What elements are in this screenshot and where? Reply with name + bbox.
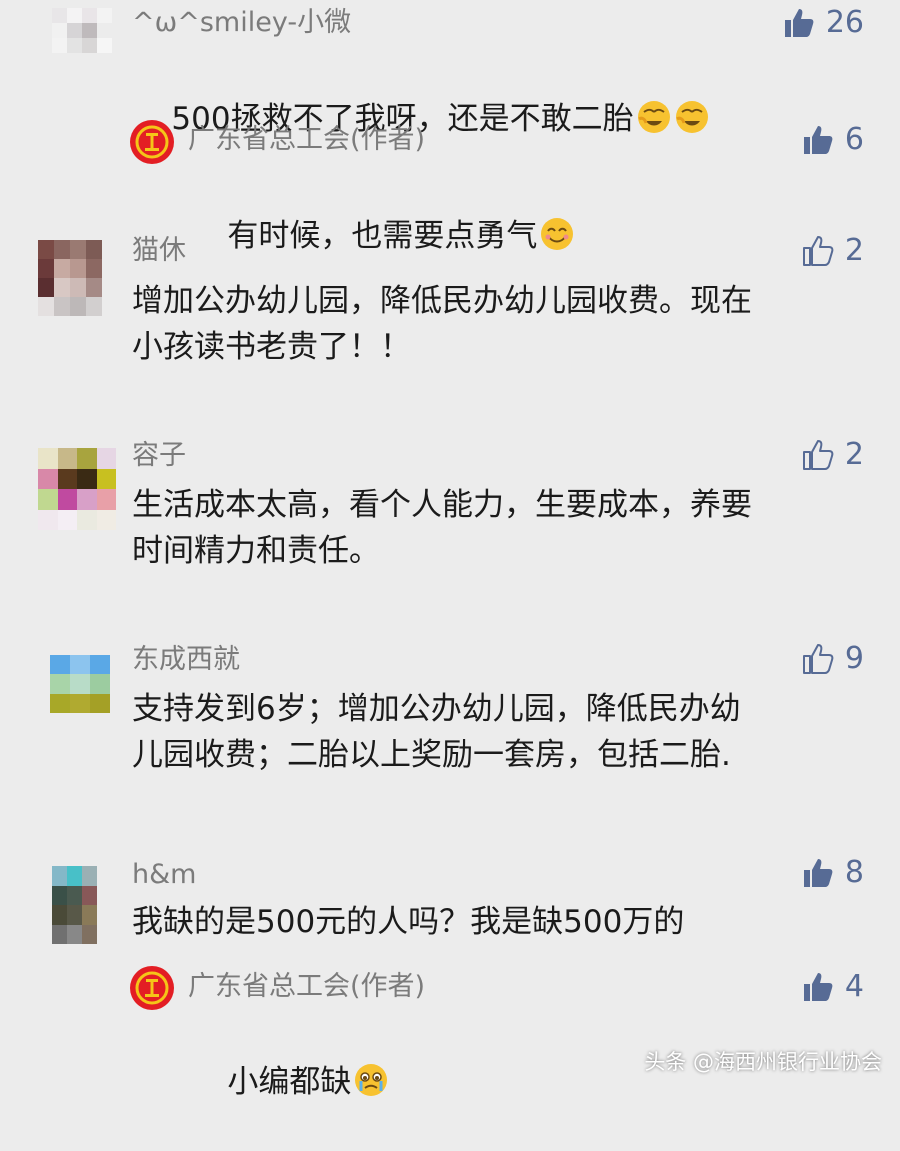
commenter-name[interactable]: ^ω^smiley-小微 bbox=[132, 9, 351, 36]
like-count: 8 bbox=[844, 855, 864, 890]
like-button[interactable]: 6 bbox=[801, 123, 864, 157]
avatar[interactable] bbox=[38, 448, 116, 530]
author-avatar[interactable] bbox=[130, 966, 174, 1010]
facepalm-laugh-emoji bbox=[675, 101, 708, 133]
avatar[interactable] bbox=[50, 655, 110, 713]
like-count: 26 bbox=[825, 5, 864, 40]
author-name[interactable]: 广东省总工会(作者) bbox=[188, 126, 425, 153]
like-count: 2 bbox=[844, 437, 864, 472]
facepalm-laugh-emoji bbox=[637, 101, 670, 133]
like-button[interactable]: 2 bbox=[801, 234, 864, 268]
comment-text: 支持发到6岁；增加公办幼儿园，降低民办幼 儿园收费；二胎以上奖励一套房，包括二胎… bbox=[132, 691, 741, 773]
commenter-name[interactable]: 东成西就 bbox=[132, 646, 240, 673]
avatar[interactable] bbox=[38, 240, 102, 316]
watermark: 头条 @海西州银行业协会 bbox=[644, 1050, 882, 1074]
smiling-face-emoji bbox=[541, 218, 574, 250]
like-count: 2 bbox=[844, 233, 864, 268]
thumbs-up-icon bbox=[784, 9, 814, 37]
crying-face-emoji bbox=[355, 1064, 388, 1096]
like-button[interactable]: 8 bbox=[801, 856, 864, 890]
comment-text: 生活成本太高，看个人能力，生要成本，养要 时间精力和责任。 bbox=[132, 487, 752, 569]
thumbs-up-icon bbox=[802, 440, 834, 470]
like-button[interactable]: 9 bbox=[801, 642, 864, 676]
like-button[interactable]: 4 bbox=[801, 970, 864, 1004]
author-name[interactable]: 广东省总工会(作者) bbox=[188, 973, 425, 1000]
reply-text: 小编都缺 bbox=[188, 1013, 389, 1151]
thumbs-up-icon bbox=[803, 973, 833, 1001]
thumbs-up-icon bbox=[803, 859, 833, 887]
author-avatar[interactable] bbox=[130, 120, 174, 164]
avatar[interactable] bbox=[52, 8, 112, 68]
commenter-name[interactable]: 容子 bbox=[132, 442, 186, 469]
comment-text: 增加公办幼儿园，降低民办幼儿园收费。现在 小孩读书老贵了！！ bbox=[132, 283, 752, 365]
trade-union-logo bbox=[131, 121, 173, 163]
like-button[interactable]: 2 bbox=[801, 438, 864, 472]
thumbs-up-icon bbox=[802, 644, 834, 674]
trade-union-logo bbox=[131, 967, 173, 1009]
like-button[interactable]: 26 bbox=[782, 6, 864, 40]
thumbs-up-icon bbox=[802, 236, 834, 266]
commenter-name[interactable]: h&m bbox=[132, 861, 196, 888]
like-count: 6 bbox=[844, 122, 864, 157]
comment-text: 我缺的是500元的人吗？我是缺500万的 bbox=[132, 904, 685, 940]
thumbs-up-icon bbox=[803, 126, 833, 154]
like-count: 9 bbox=[844, 641, 864, 676]
like-count: 4 bbox=[844, 969, 864, 1004]
commenter-name[interactable]: 猫休 bbox=[132, 237, 186, 264]
avatar[interactable] bbox=[52, 866, 112, 944]
